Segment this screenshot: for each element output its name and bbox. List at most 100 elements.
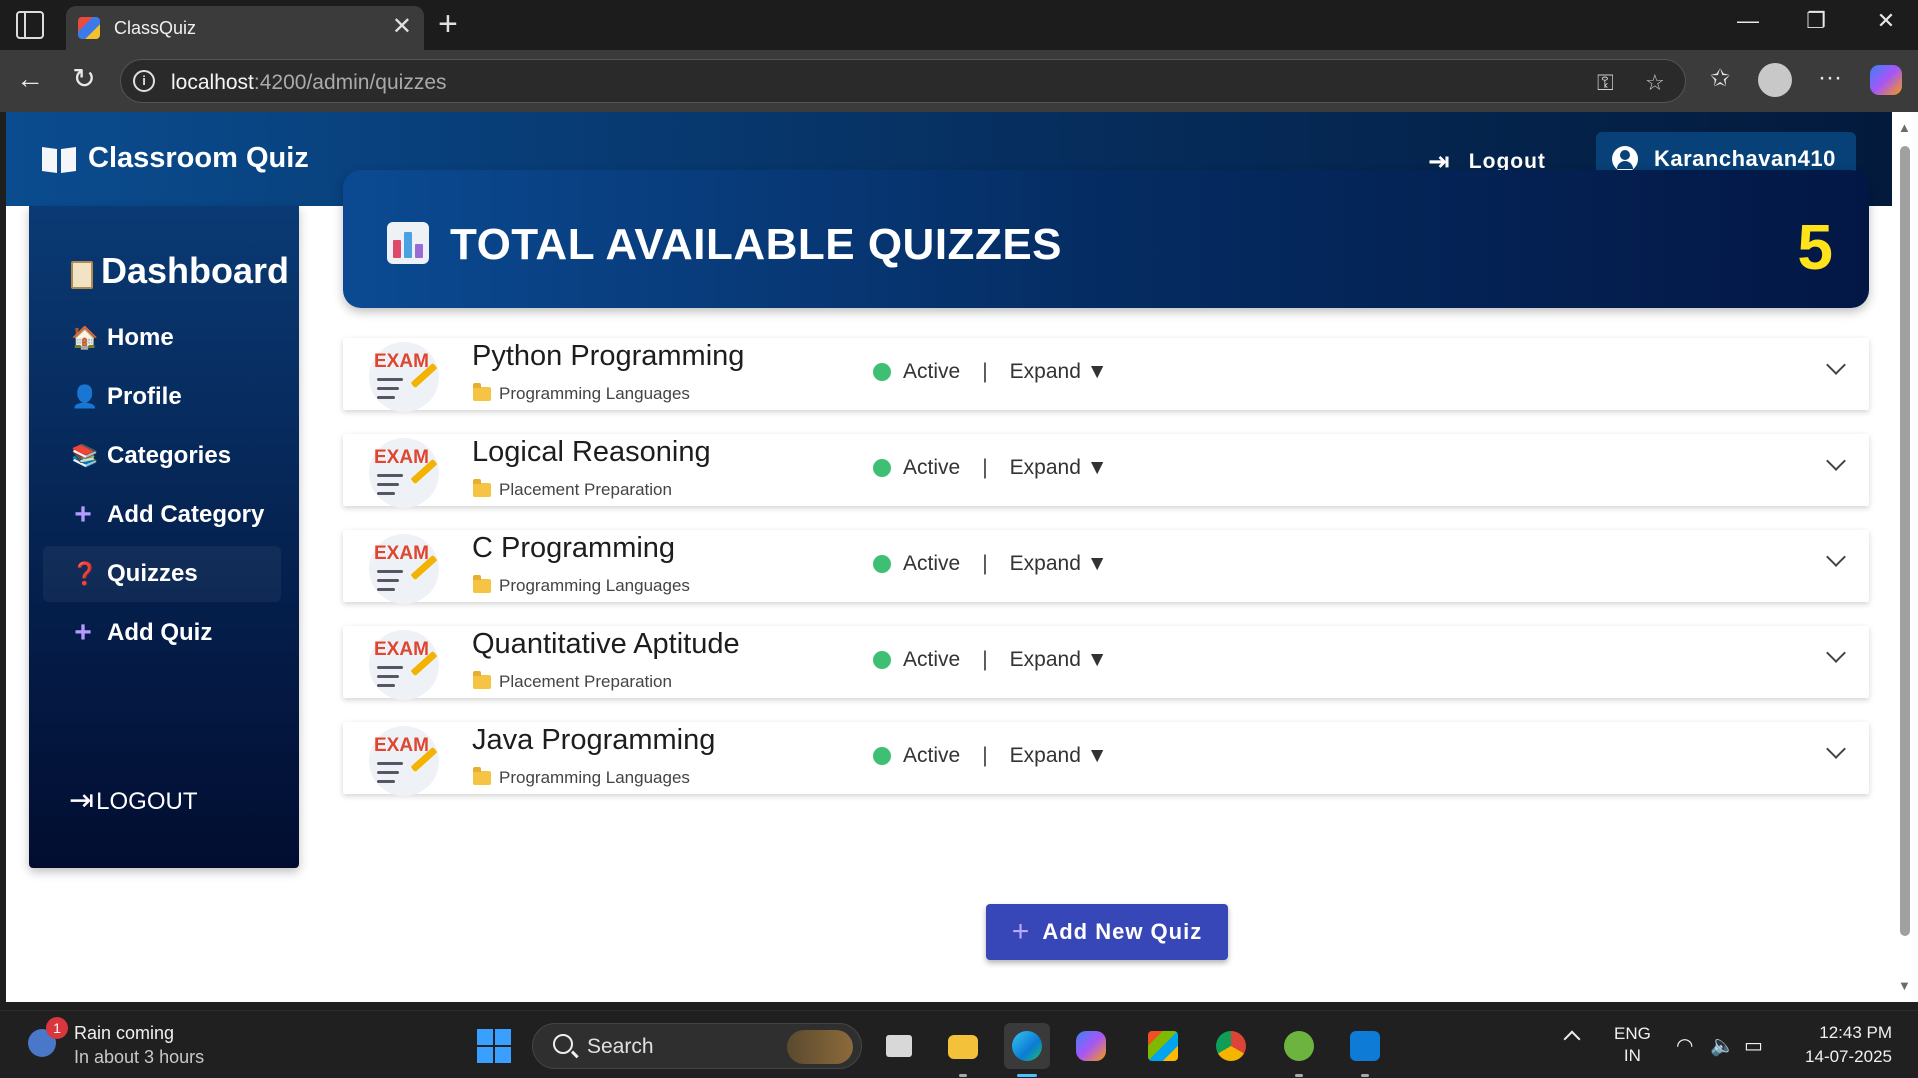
chevron-down-icon[interactable]: [1826, 547, 1846, 567]
quiz-row[interactable]: EXAM Logical Reasoning Placement Prepara…: [343, 434, 1869, 508]
user-icon: 👤: [71, 384, 99, 409]
chevron-down-icon[interactable]: [1826, 451, 1846, 471]
quiz-meta: Active | Expand ▼: [873, 744, 1108, 768]
page-scrollbar[interactable]: ▲ ▼: [1892, 112, 1918, 1002]
sidebar-logout-button[interactable]: ⇥ LOGOUT: [69, 786, 197, 816]
sidebar-item-profile[interactable]: 👤 Profile: [43, 369, 281, 425]
brand[interactable]: Classroom Quiz: [42, 142, 309, 175]
battery-icon[interactable]: ▭: [1744, 1033, 1763, 1058]
sidebar-item-add-quiz[interactable]: + Add Quiz: [43, 605, 281, 661]
volume-icon[interactable]: 🔈: [1710, 1033, 1735, 1058]
quiz-title: C Programming: [472, 532, 676, 564]
divider: |: [982, 648, 988, 671]
quiz-category: Programming Languages: [473, 575, 690, 596]
quiz-meta: Active | Expand ▼: [873, 648, 1108, 672]
scroll-up-icon[interactable]: ▲: [1898, 120, 1911, 135]
folder-icon: [473, 575, 491, 593]
vscode-icon[interactable]: [1342, 1023, 1388, 1077]
address-bar[interactable]: i localhost:4200/admin/quizzes ⚿ ☆: [120, 59, 1686, 103]
quiz-title: Logical Reasoning: [472, 436, 711, 468]
divider: |: [982, 456, 988, 479]
sidebar-item-quizzes[interactable]: ❓ Quizzes: [43, 546, 281, 602]
spring-tool-icon[interactable]: [1276, 1023, 1322, 1077]
tab-close-icon[interactable]: ✕: [392, 14, 412, 40]
minimize-icon[interactable]: —: [1728, 8, 1768, 34]
copilot-app-icon[interactable]: [1068, 1023, 1114, 1069]
scroll-thumb[interactable]: [1900, 146, 1910, 936]
task-view-icon[interactable]: [876, 1023, 922, 1069]
windows-start-icon[interactable]: [477, 1029, 511, 1063]
search-highlight-icon: [787, 1030, 853, 1064]
chrome-icon[interactable]: [1208, 1023, 1254, 1069]
clock[interactable]: 12:43 PM 14-07-2025: [1796, 1021, 1892, 1069]
language-indicator[interactable]: ENG IN: [1614, 1023, 1651, 1067]
edge-browser-icon[interactable]: [1004, 1023, 1050, 1077]
sidebar-item-add-category[interactable]: + Add Category: [43, 487, 281, 543]
quiz-meta: Active | Expand ▼: [873, 552, 1108, 576]
back-icon[interactable]: ←: [12, 64, 48, 94]
folder-icon: [473, 479, 491, 497]
sidebar: Dashboard 🏠 Home 👤 Profile 📚 Categories …: [29, 206, 299, 868]
status-badge: Active: [903, 648, 961, 671]
exam-icon: EXAM: [369, 438, 439, 508]
scroll-down-icon[interactable]: ▼: [1898, 978, 1911, 993]
chevron-down-icon[interactable]: [1826, 643, 1846, 663]
expand-toggle[interactable]: Expand ▼: [1010, 552, 1108, 576]
add-new-quiz-button[interactable]: + Add New Quiz: [986, 904, 1228, 960]
folder-icon: [473, 671, 491, 689]
expand-toggle[interactable]: Expand ▼: [1010, 744, 1108, 768]
wifi-icon[interactable]: ◠: [1676, 1033, 1693, 1058]
weather-subtitle: In about 3 hours: [74, 1047, 205, 1067]
favorite-star-icon[interactable]: ☆: [1645, 70, 1665, 96]
quiz-meta: Active | Expand ▼: [873, 360, 1108, 384]
expand-toggle[interactable]: Expand ▼: [1010, 456, 1108, 480]
favorites-icon[interactable]: ✩: [1710, 64, 1730, 93]
question-icon: ❓: [71, 561, 99, 586]
plus-icon: +: [74, 498, 92, 531]
status-dot-icon: [873, 651, 891, 669]
url-text[interactable]: localhost:4200/admin/quizzes: [171, 71, 447, 95]
user-circle-icon: [1612, 146, 1638, 172]
tab-title: ClassQuiz: [114, 18, 197, 38]
reload-icon[interactable]: ↻: [66, 64, 102, 94]
new-tab-icon[interactable]: +: [438, 6, 458, 42]
sidebar-title: Dashboard: [71, 250, 289, 292]
tab-actions-icon[interactable]: [16, 11, 44, 39]
sidebar-item-label: Profile: [107, 383, 182, 410]
expand-toggle[interactable]: Expand ▼: [1010, 648, 1108, 672]
favicon-icon: [78, 17, 100, 39]
browser-toolbar: ← ↻ i localhost:4200/admin/quizzes ⚿ ☆ ✩…: [0, 50, 1918, 112]
folder-icon: [473, 383, 491, 401]
username: Karanchavan410: [1654, 146, 1836, 171]
sidebar-item-categories[interactable]: 📚 Categories: [43, 428, 281, 484]
window-close-icon[interactable]: ✕: [1866, 8, 1906, 34]
browser-tab[interactable]: ClassQuiz ✕: [66, 6, 424, 50]
taskbar-search[interactable]: Search: [532, 1023, 862, 1069]
quiz-row[interactable]: EXAM Quantitative Aptitude Placement Pre…: [343, 626, 1869, 700]
chevron-down-icon[interactable]: [1826, 355, 1846, 375]
book-icon: [42, 144, 76, 174]
copilot-icon[interactable]: [1870, 65, 1902, 95]
browser-tab-bar: ClassQuiz ✕ + — ❐ ✕: [0, 0, 1918, 50]
plus-icon: +: [1011, 915, 1031, 948]
key-icon[interactable]: ⚿: [1597, 70, 1614, 96]
file-explorer-icon[interactable]: [940, 1023, 986, 1077]
page-viewport: Classroom Quiz ⇥ Logout Karanchavan410 D…: [6, 112, 1892, 1002]
expand-toggle[interactable]: Expand ▼: [1010, 360, 1108, 384]
plus-icon: +: [74, 616, 92, 649]
status-badge: Active: [903, 744, 961, 767]
site-info-icon[interactable]: i: [133, 70, 155, 92]
chevron-down-icon[interactable]: [1826, 739, 1846, 759]
sidebar-item-home[interactable]: 🏠 Home: [43, 310, 281, 366]
quiz-row[interactable]: EXAM C Programming Programming Languages…: [343, 530, 1869, 604]
show-hidden-icons-icon[interactable]: [1563, 1030, 1581, 1048]
more-menu-icon[interactable]: ···: [1818, 64, 1842, 92]
sidebar-logout-label: LOGOUT: [96, 788, 198, 815]
restore-icon[interactable]: ❐: [1796, 8, 1836, 34]
quiz-row[interactable]: EXAM Java Programming Programming Langua…: [343, 722, 1869, 796]
quiz-row[interactable]: EXAM Python Programming Programming Lang…: [343, 338, 1869, 412]
quiz-list: EXAM Python Programming Programming Lang…: [343, 338, 1869, 818]
microsoft-store-icon[interactable]: [1140, 1023, 1186, 1069]
profile-avatar-icon[interactable]: [1758, 63, 1792, 97]
search-icon: [553, 1034, 573, 1054]
